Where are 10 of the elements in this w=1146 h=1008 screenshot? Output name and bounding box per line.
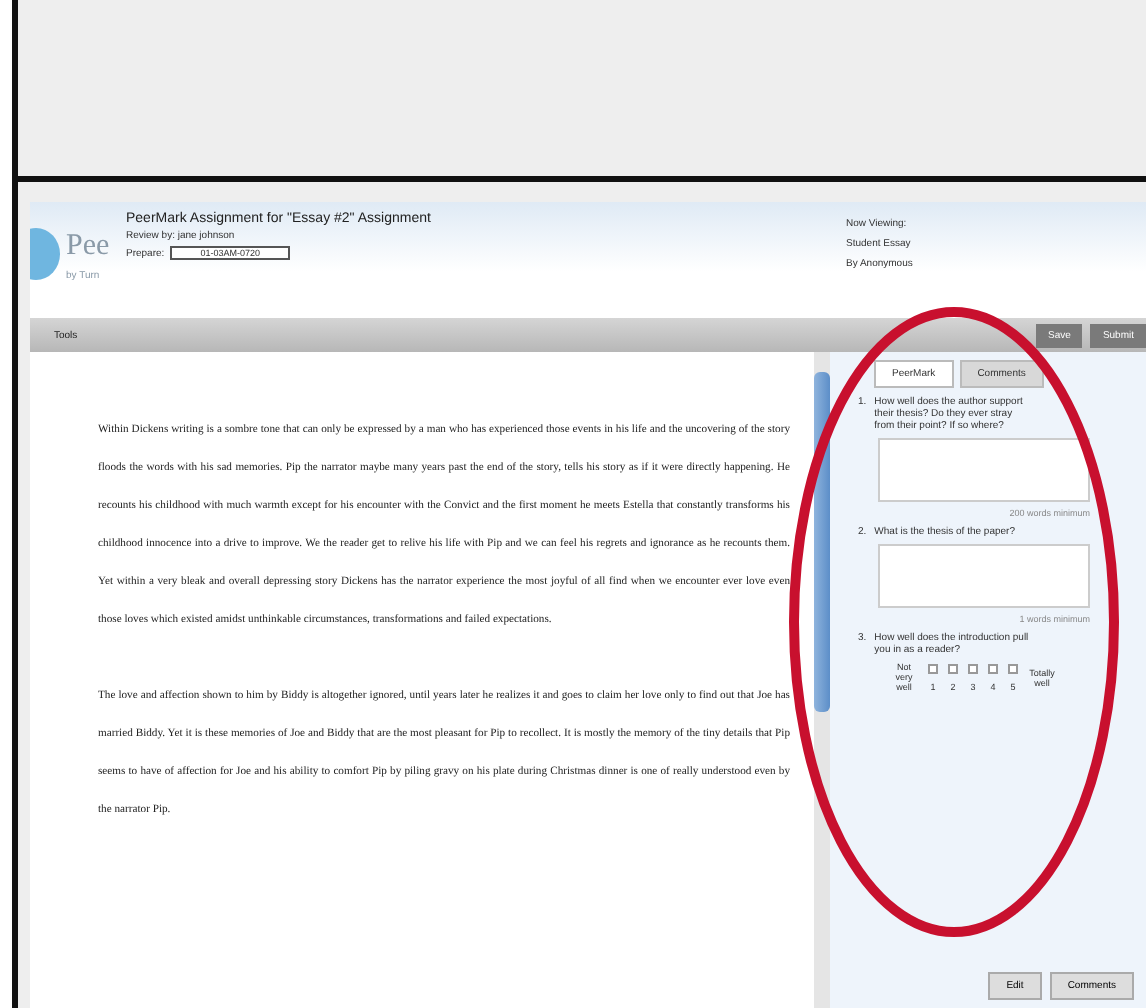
scale-radio[interactable] [928, 663, 938, 673]
answer-box[interactable] [878, 438, 1090, 502]
scale-radio[interactable] [968, 663, 978, 673]
answer-box[interactable] [878, 544, 1090, 608]
scrollbar[interactable] [814, 352, 830, 1008]
scale-radio[interactable] [948, 663, 958, 673]
scrollbar-thumb[interactable] [814, 372, 830, 712]
scale-radio[interactable] [988, 663, 998, 673]
logo-text: Pee [66, 230, 110, 264]
scale-radio[interactable] [1008, 663, 1018, 673]
